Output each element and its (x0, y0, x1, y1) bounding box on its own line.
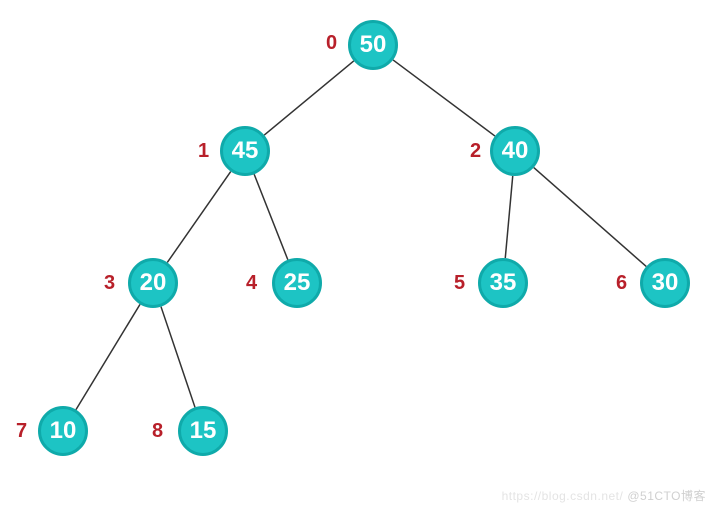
tree-edge (393, 60, 495, 136)
tree-edge (264, 61, 353, 135)
tree-node: 50 (348, 20, 398, 70)
tree-edge (534, 168, 646, 267)
tree-edge (76, 304, 140, 409)
tree-node: 15 (178, 406, 228, 456)
tree-node: 30 (640, 258, 690, 308)
node-value: 10 (50, 417, 77, 445)
node-index-label: 4 (246, 272, 257, 295)
node-value: 15 (190, 417, 217, 445)
node-index-label: 8 (152, 420, 163, 443)
tree-edge (161, 307, 195, 408)
node-index-label: 3 (104, 272, 115, 295)
node-value: 20 (140, 269, 167, 297)
node-index-label: 2 (470, 140, 481, 163)
node-value: 30 (652, 269, 679, 297)
node-value: 50 (360, 31, 387, 59)
tree-node: 45 (220, 126, 270, 176)
node-value: 40 (502, 137, 529, 165)
node-value: 45 (232, 137, 259, 165)
node-value: 35 (490, 269, 517, 297)
node-index-label: 7 (16, 420, 27, 443)
watermark-main: @51CTO博客 (627, 489, 706, 503)
node-value: 25 (284, 269, 311, 297)
tree-edge (167, 172, 230, 263)
tree-edges (0, 0, 720, 510)
node-index-label: 6 (616, 272, 627, 295)
tree-node: 40 (490, 126, 540, 176)
tree-edge (505, 176, 512, 258)
tree-node: 10 (38, 406, 88, 456)
tree-edge (254, 174, 288, 259)
watermark: https://blog.csdn.net/@51CTO博客 (502, 487, 706, 504)
tree-node: 35 (478, 258, 528, 308)
node-index-label: 1 (198, 140, 209, 163)
watermark-faint: https://blog.csdn.net/ (502, 489, 624, 503)
tree-node: 20 (128, 258, 178, 308)
node-index-label: 0 (326, 32, 337, 55)
node-index-label: 5 (454, 272, 465, 295)
tree-node: 25 (272, 258, 322, 308)
